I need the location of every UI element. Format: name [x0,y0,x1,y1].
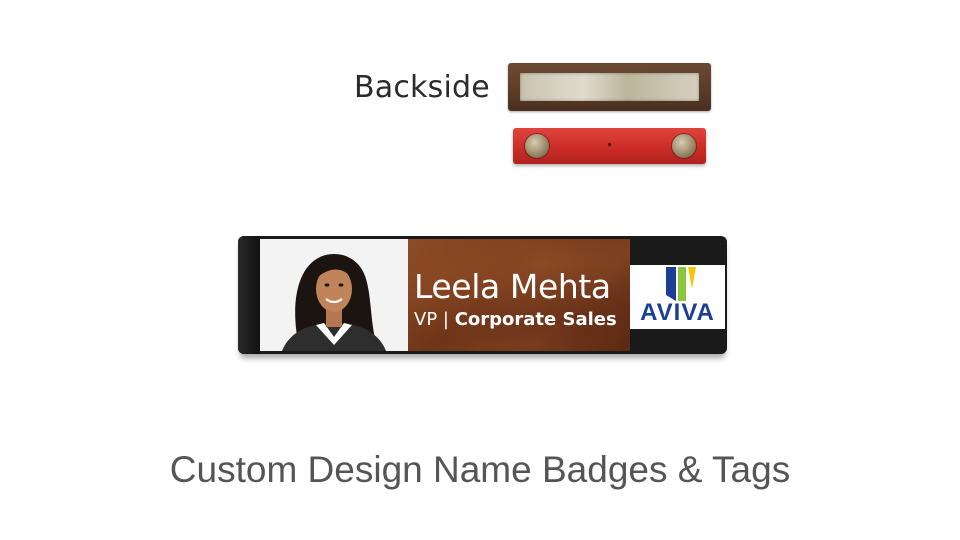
backside-label: Backside [354,70,490,105]
badge-edge [238,236,260,354]
badge-photo [260,239,408,351]
backside-wood-plate [508,63,711,111]
name-badge: Leela Mehta VP | Corporate Sales AVIVA [238,236,727,354]
magnet-right [672,134,696,158]
title-main: Corporate Sales [454,309,617,330]
badge-title: VP | Corporate Sales [414,309,617,330]
caption-title: Custom Design Name Badges & Tags [169,449,791,490]
pin-hole [608,143,611,146]
title-prefix: VP | [414,309,455,330]
magnet-strip [513,128,706,164]
magnet-left [525,134,549,158]
metal-clasp [520,73,699,101]
badge-name: Leela Mehta [414,267,611,306]
company-logo: AVIVA [630,265,725,329]
wood-panel: Leela Mehta VP | Corporate Sales [408,239,630,351]
logo-text: AVIVA [640,299,715,326]
person-photo [260,239,408,351]
